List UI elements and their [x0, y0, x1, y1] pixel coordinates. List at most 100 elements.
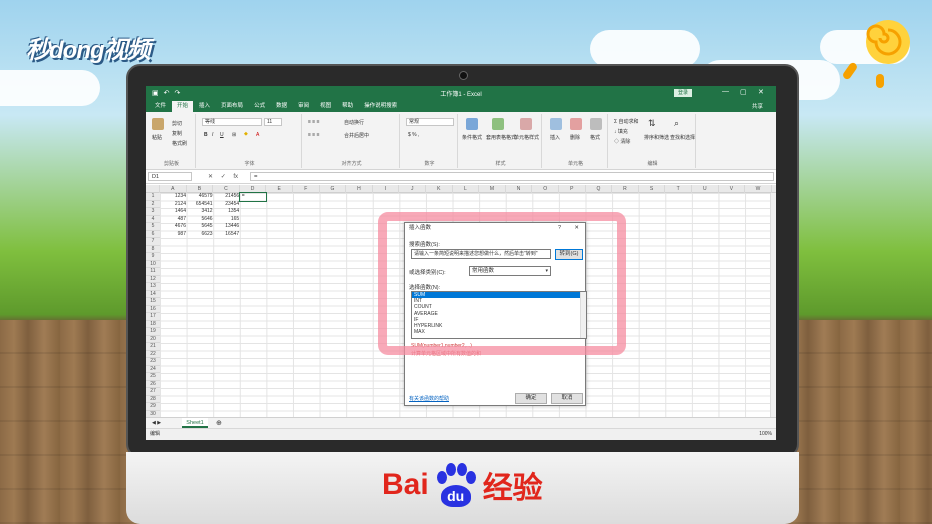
row-header[interactable]: 8	[146, 245, 160, 253]
tab-help[interactable]: 帮助	[337, 101, 358, 112]
column-header[interactable]: S	[639, 185, 666, 193]
table-cell[interactable]: 2124	[160, 201, 186, 209]
table-cell[interactable]	[240, 208, 266, 216]
sort-icon[interactable]: ⇅	[648, 118, 656, 129]
underline-icon[interactable]: U	[220, 132, 224, 138]
row-header[interactable]: 28	[146, 395, 160, 403]
column-header[interactable]: P	[559, 185, 586, 193]
tab-home[interactable]: 开始	[172, 101, 194, 112]
column-header[interactable]: T	[665, 185, 692, 193]
row-header[interactable]: 10	[146, 260, 160, 268]
table-cell[interactable]	[240, 223, 266, 231]
row-header[interactable]: 21	[146, 343, 160, 351]
column-header[interactable]: W	[745, 185, 772, 193]
format-cells-button[interactable]: 格式	[590, 134, 600, 141]
table-cell[interactable]: 4676	[160, 223, 186, 231]
name-box[interactable]: D1	[148, 172, 192, 181]
table-cell[interactable]: 5645	[187, 223, 212, 231]
column-header[interactable]: D	[240, 185, 267, 193]
login-button[interactable]: 登录	[674, 89, 693, 97]
align-top-icon[interactable]: ≡ ≡ ≡	[308, 119, 320, 125]
table-cell[interactable]: 46579	[187, 193, 213, 201]
tab-review[interactable]: 审阅	[293, 101, 314, 112]
table-cell[interactable]: 165	[213, 216, 239, 224]
row-header[interactable]: 16	[146, 305, 160, 313]
table-cell[interactable]: 1464	[160, 208, 186, 216]
paste-icon[interactable]	[152, 118, 164, 130]
column-header[interactable]: E	[266, 185, 293, 193]
insert-cells-button[interactable]: 插入	[550, 134, 560, 141]
row-header[interactable]: 4	[146, 215, 160, 223]
row-header[interactable]: 17	[146, 313, 160, 321]
column-header[interactable]: H	[346, 185, 373, 193]
table-cell[interactable]	[240, 201, 266, 209]
column-header[interactable]: I	[373, 185, 400, 193]
cell-styles-button[interactable]: 单元格样式	[514, 134, 539, 141]
table-cell[interactable]: 16547	[213, 231, 239, 239]
column-header[interactable]: U	[692, 185, 719, 193]
tab-insert[interactable]: 插入	[194, 101, 215, 112]
merge-center-button[interactable]: 合并后居中	[344, 132, 369, 139]
column-header[interactable]: C	[213, 185, 240, 193]
row-header[interactable]: 5	[146, 223, 160, 231]
clear-button[interactable]: ◇ 清除	[614, 138, 630, 145]
autosum-button[interactable]: Σ 自动求和	[614, 118, 639, 125]
insert-cells-icon[interactable]	[550, 118, 562, 130]
table-cell[interactable]: 21456	[213, 193, 239, 201]
delete-cells-button[interactable]: 删除	[570, 134, 580, 141]
cancel-button[interactable]: 取消	[551, 393, 583, 404]
table-cell[interactable]: 5646	[187, 216, 212, 224]
border-icon[interactable]: ⊞	[232, 132, 236, 138]
sort-filter-button[interactable]: 排序和筛选	[644, 134, 669, 141]
table-cell[interactable]: 1354	[213, 208, 239, 216]
row-header[interactable]: 2	[146, 200, 160, 208]
cut-button[interactable]: 剪切	[172, 120, 182, 127]
wrap-text-button[interactable]: 自动换行	[344, 119, 364, 126]
row-header[interactable]: 15	[146, 298, 160, 306]
row-header[interactable]: 12	[146, 275, 160, 283]
row-header[interactable]: 14	[146, 290, 160, 298]
font-size-select[interactable]: 11	[264, 118, 282, 126]
column-header[interactable]: G	[320, 185, 347, 193]
row-header[interactable]: 25	[146, 373, 160, 381]
row-header[interactable]: 24	[146, 365, 160, 373]
bold-icon[interactable]: B	[204, 132, 208, 138]
paste-button[interactable]: 粘贴	[152, 134, 162, 141]
zoom-level[interactable]: 100%	[759, 429, 772, 440]
column-header[interactable]: B	[187, 185, 214, 193]
sheet-tab[interactable]: Sheet1	[182, 418, 208, 428]
column-header[interactable]: O	[532, 185, 559, 193]
vertical-scrollbar[interactable]	[770, 193, 776, 417]
column-header[interactable]: V	[719, 185, 746, 193]
row-header[interactable]: 23	[146, 358, 160, 366]
row-header[interactable]: 11	[146, 268, 160, 276]
row-header[interactable]: 6	[146, 230, 160, 238]
table-cell[interactable]: 654541	[187, 201, 213, 209]
maximize-icon[interactable]: ▢	[740, 88, 747, 96]
row-header[interactable]: 1	[146, 193, 160, 201]
column-header[interactable]: M	[479, 185, 506, 193]
row-header[interactable]: 9	[146, 253, 160, 261]
table-cell[interactable]: 6623	[187, 231, 212, 239]
conditional-format-icon[interactable]	[466, 118, 478, 130]
font-name-select[interactable]: 等线	[202, 118, 262, 126]
column-header[interactable]: L	[453, 185, 480, 193]
copy-button[interactable]: 复制	[172, 130, 182, 137]
formula-icons[interactable]: ✕ ✓ fx	[208, 173, 238, 180]
tell-me-search[interactable]: 操作说明搜索	[359, 101, 402, 112]
sheet-nav-icon[interactable]: ◀ ▶	[152, 420, 161, 426]
row-header[interactable]: 26	[146, 380, 160, 388]
column-header[interactable]: J	[399, 185, 426, 193]
select-all-corner[interactable]	[146, 185, 160, 193]
fill-color-icon[interactable]: ◆	[244, 131, 248, 137]
add-sheet-icon[interactable]: ⊕	[216, 419, 222, 427]
table-cell[interactable]: =	[238, 192, 267, 202]
row-header[interactable]: 22	[146, 350, 160, 358]
table-cell[interactable]: 1234	[160, 193, 186, 201]
percent-icon[interactable]: $ % ,	[408, 132, 419, 138]
fill-button[interactable]: ↓ 填充	[614, 128, 628, 135]
table-cell[interactable]: 23454	[213, 201, 239, 209]
row-header[interactable]: 7	[146, 238, 160, 246]
tab-formulas[interactable]: 公式	[249, 101, 270, 112]
format-cells-icon[interactable]	[590, 118, 602, 130]
